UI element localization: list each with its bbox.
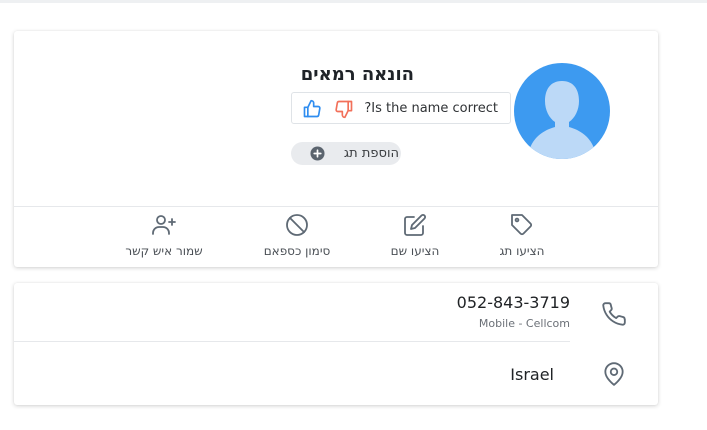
contact-name: הונאה רמאים	[300, 64, 414, 85]
person-silhouette-icon	[529, 81, 595, 159]
details-icon-column	[570, 283, 658, 405]
name-feedback-box: ?Is the name correct	[291, 92, 511, 124]
save-contact-button[interactable]: שמור איש קשר	[104, 213, 224, 265]
add-user-icon	[152, 213, 176, 237]
details-divider	[14, 341, 570, 342]
details-card: 052-843-3719 Mobile - Cellcom Israel	[14, 283, 658, 405]
thumbs-down-icon[interactable]	[334, 99, 354, 119]
location-pin-icon	[601, 361, 627, 387]
phone-number[interactable]: 052-843-3719	[457, 293, 570, 312]
tag-icon	[510, 213, 534, 237]
avatar	[514, 63, 610, 159]
country: Israel	[510, 365, 554, 384]
save-contact-label: שמור איש קשר	[125, 244, 203, 258]
suggest-name-button[interactable]: הציעו שם	[355, 213, 475, 265]
mark-spam-label: סימון כספאם	[263, 244, 331, 258]
edit-icon	[403, 213, 427, 237]
suggest-name-label: הציעו שם	[390, 244, 440, 258]
block-icon	[285, 213, 309, 237]
top-divider	[0, 0, 707, 3]
profile-card: הונאה רמאים ?Is the name correct הוספת ת…	[14, 31, 658, 267]
phone-icon[interactable]	[601, 301, 627, 327]
suggest-tag-label: הציעו תג	[499, 244, 545, 258]
phone-type: Mobile - Cellcom	[478, 317, 570, 330]
thumbs-up-icon[interactable]	[302, 99, 322, 119]
actions-divider	[14, 206, 658, 207]
suggest-tag-button[interactable]: הציעו תג	[462, 213, 582, 265]
add-tag-label: הוספת תג	[343, 146, 399, 161]
plus-circle-icon	[310, 146, 325, 161]
name-correct-question: ?Is the name correct	[364, 101, 498, 116]
mark-spam-button[interactable]: סימון כספאם	[237, 213, 357, 265]
add-tag-button[interactable]: הוספת תג	[291, 142, 401, 165]
